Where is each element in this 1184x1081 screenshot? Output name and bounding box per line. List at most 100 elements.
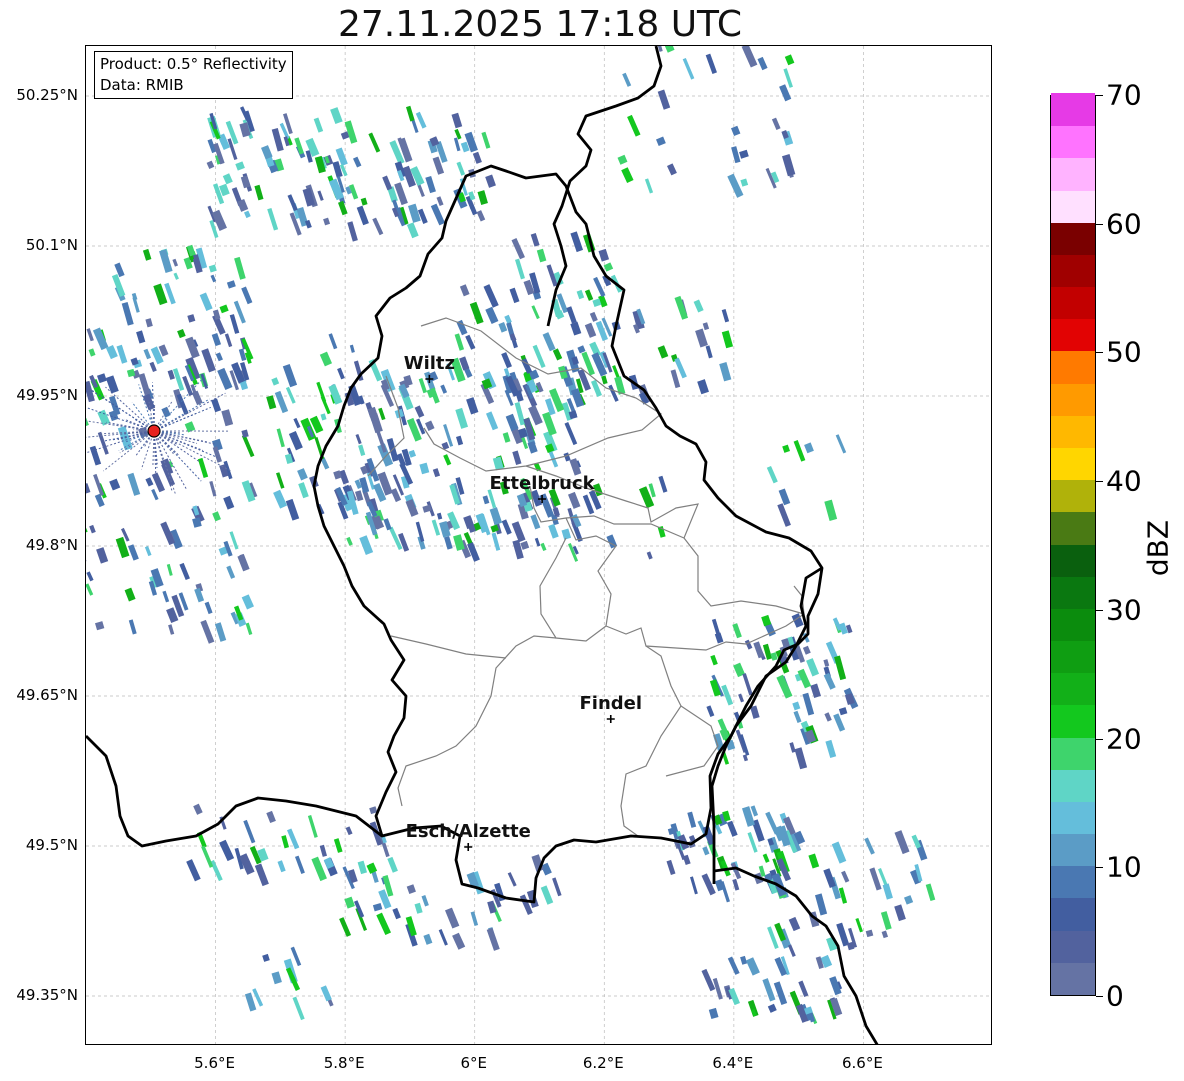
echo-cell <box>254 863 269 887</box>
echo-cell <box>881 930 889 939</box>
echo-cell <box>777 503 791 527</box>
echo-cell <box>266 395 277 410</box>
france-border-south <box>713 866 879 1044</box>
echo-cell <box>838 707 848 716</box>
echo-cell <box>815 893 828 916</box>
echo-cell <box>505 413 519 432</box>
echo-cell <box>97 373 107 384</box>
lat-tick-label: 49.5°N <box>25 836 78 854</box>
echo-cell <box>201 348 216 373</box>
colorbar-tick <box>1096 95 1103 96</box>
echo-cell <box>235 161 245 171</box>
lat-tick-label: 49.8°N <box>25 536 78 554</box>
echo-cell <box>465 334 476 350</box>
echo-cell <box>271 127 284 152</box>
colorbar-tick <box>1096 481 1103 483</box>
echo-cell <box>627 114 641 137</box>
echo-cell <box>831 841 847 864</box>
lon-tick-label: 6.6°E <box>842 1054 883 1072</box>
echo-cell <box>731 146 741 164</box>
echo-cell <box>598 248 610 262</box>
echo-cell <box>657 89 671 110</box>
echo-cell <box>208 264 217 273</box>
echo-cell <box>294 137 304 155</box>
echo-cell <box>644 178 654 194</box>
echo-cell <box>577 345 586 354</box>
echo-cell <box>714 879 725 892</box>
echo-cell <box>142 248 152 261</box>
echo-cell <box>882 883 893 900</box>
echo-cell <box>664 46 675 53</box>
echo-cell <box>727 173 744 198</box>
lon-tick-label: 5.6°E <box>194 1054 235 1072</box>
echo-cell <box>502 432 511 443</box>
radar-site-icon[interactable] <box>147 424 161 438</box>
echo-cell <box>206 160 215 170</box>
echo-cell <box>656 136 666 147</box>
colorbar-segment <box>1051 189 1095 223</box>
echo-cell <box>105 375 119 394</box>
echo-cell <box>564 422 578 446</box>
colorbar-segment <box>1051 447 1095 481</box>
echo-cell <box>305 219 312 229</box>
echo-cell <box>111 274 126 297</box>
echo-cell <box>415 111 427 129</box>
echo-cell <box>86 483 91 495</box>
echo-cell <box>339 917 352 937</box>
echo-cell <box>128 619 137 635</box>
echo-cell <box>145 318 153 328</box>
echo-cell <box>282 363 298 388</box>
echo-cell <box>548 523 559 539</box>
echo-cell <box>739 149 749 159</box>
echo-cell <box>603 262 614 272</box>
echo-cell <box>702 846 710 856</box>
echo-cell <box>124 587 136 602</box>
echo-cell <box>732 878 740 891</box>
echo-cell <box>355 433 362 445</box>
colorbar-segment <box>1051 801 1095 835</box>
echo-cell <box>806 658 820 677</box>
echo-cell <box>670 369 681 389</box>
canton-border-south-east <box>620 645 682 837</box>
echo-cell <box>323 217 331 226</box>
echo-cell <box>589 311 598 322</box>
echo-cell <box>219 304 229 314</box>
echo-cell <box>726 820 738 837</box>
belgium-france-border-west <box>86 735 383 848</box>
colorbar-tick-label: 70 <box>1106 78 1142 112</box>
echo-cell <box>757 56 768 71</box>
echo-cell <box>376 912 392 936</box>
echo-cell <box>173 272 179 280</box>
echo-cell <box>201 845 214 868</box>
echo-cell <box>463 515 475 530</box>
canton-border-south <box>397 635 557 807</box>
echo-cell <box>144 546 152 557</box>
echo-cell <box>214 622 227 642</box>
echo-cell <box>481 131 491 149</box>
echo-cell <box>179 562 190 581</box>
echo-cell <box>810 683 821 698</box>
map-canvas: Wiltz Ettelbruck Findel Esch/Alzette <box>86 46 991 1044</box>
echo-cell <box>808 853 820 869</box>
echo-cell <box>782 444 790 453</box>
echo-cell <box>200 619 215 644</box>
echo-cell <box>368 359 383 382</box>
echo-cell <box>738 693 745 703</box>
city-label: Ettelbruck <box>490 473 596 494</box>
echo-cell <box>705 53 717 75</box>
radar-map[interactable]: Wiltz Ettelbruck Findel Esch/Alzette <box>85 45 992 1045</box>
colorbar-tick-label: 0 <box>1106 979 1124 1013</box>
echo-cell <box>925 883 936 901</box>
echo-cell <box>162 590 170 603</box>
colorbar-tick <box>1096 996 1103 997</box>
colorbar-segment <box>1051 479 1095 513</box>
echo-cell <box>211 398 222 413</box>
echo-cell <box>387 856 398 873</box>
echo-cell <box>240 175 251 189</box>
echo-cell <box>765 811 780 835</box>
echo-cell <box>682 57 695 80</box>
echo-cell <box>287 828 300 850</box>
colorbar-title: dBZ <box>1141 519 1175 577</box>
echo-cell <box>215 352 223 362</box>
colorbar-tick-label: 60 <box>1106 207 1142 241</box>
